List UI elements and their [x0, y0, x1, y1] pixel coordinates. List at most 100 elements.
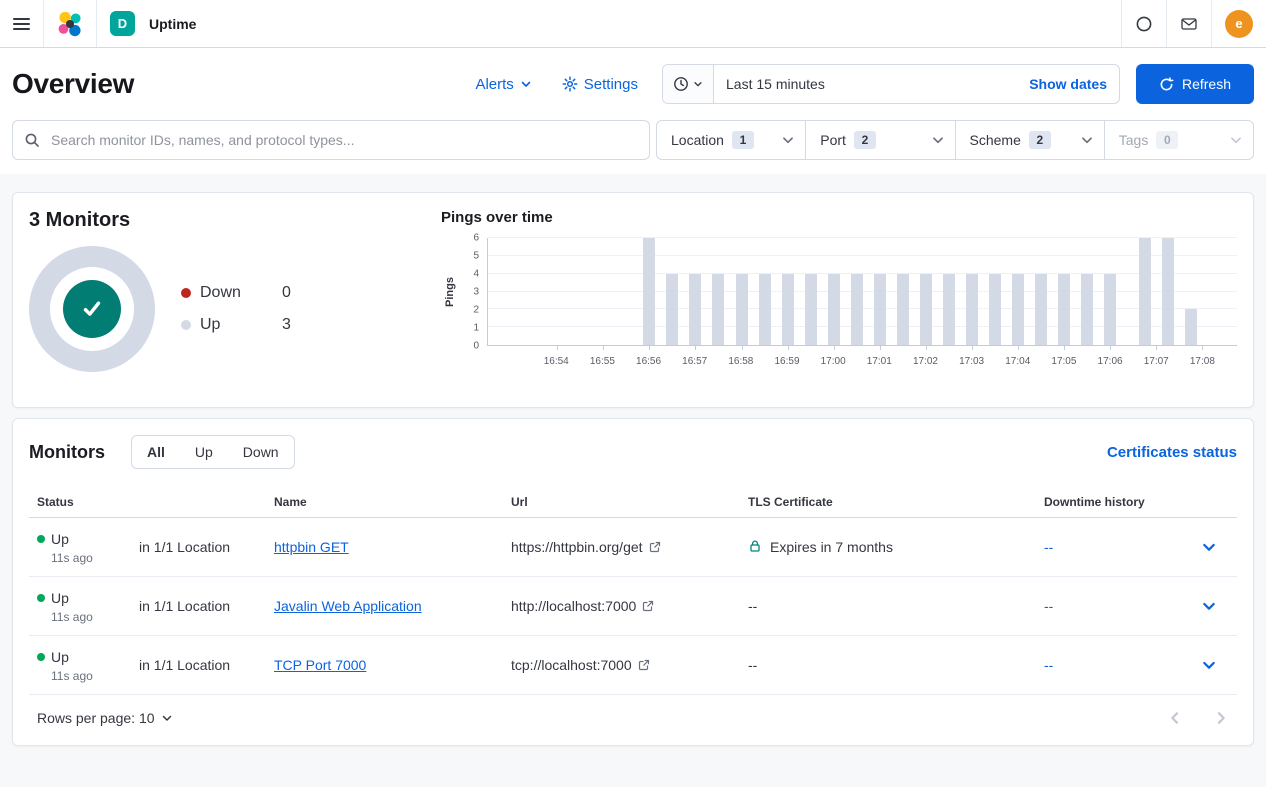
monitor-name-link[interactable]: Javalin Web Application — [274, 598, 422, 614]
tls-cell: -- — [748, 657, 1044, 673]
tab-down[interactable]: Down — [228, 436, 294, 468]
monitor-name-link[interactable]: TCP Port 7000 — [274, 657, 366, 673]
date-picker: Last 15 minutes Show dates — [662, 64, 1120, 104]
settings-label: Settings — [584, 76, 638, 93]
newsfeed-button[interactable] — [1166, 0, 1211, 47]
column-expand — [1189, 494, 1229, 510]
up-status-dot-icon — [37, 653, 45, 661]
newsfeed-icon — [1180, 15, 1198, 33]
url-text: http://localhost:7000 — [511, 598, 636, 614]
ping-bar — [1139, 238, 1151, 345]
chevron-down-icon — [161, 712, 173, 724]
external-link-icon[interactable] — [638, 659, 650, 671]
tags-filter[interactable]: Tags 0 — [1104, 121, 1253, 159]
scheme-filter[interactable]: Scheme 2 — [955, 121, 1104, 159]
tab-up[interactable]: Up — [180, 436, 228, 468]
ping-bar — [874, 274, 886, 345]
show-dates-button[interactable]: Show dates — [1017, 76, 1119, 92]
table-row: Up 11s ago in 1/1 Location httpbin GET h… — [29, 518, 1237, 577]
ping-bar — [897, 274, 909, 345]
monitors-table: Status Name Url TLS Certificate Downtime… — [29, 487, 1237, 695]
user-avatar: e — [1225, 10, 1253, 38]
tags-filter-count: 0 — [1156, 131, 1178, 149]
chevron-down-icon — [1201, 539, 1217, 555]
external-link-icon[interactable] — [642, 600, 654, 612]
location-filter[interactable]: Location 1 — [657, 121, 805, 159]
next-page-button[interactable] — [1213, 710, 1229, 726]
topbar-spacer — [209, 0, 1121, 47]
column-name: Name — [274, 487, 511, 517]
expand-row-button[interactable] — [1189, 598, 1229, 614]
tls-text: -- — [748, 598, 757, 614]
chevron-down-icon — [520, 78, 532, 90]
alerts-label: Alerts — [475, 76, 513, 93]
expand-row-button[interactable] — [1189, 539, 1229, 555]
status-text: Up — [51, 530, 93, 548]
ping-bar — [1081, 274, 1093, 345]
port-filter[interactable]: Port 2 — [805, 121, 954, 159]
time-range-value[interactable]: Last 15 minutes — [714, 76, 1017, 92]
downtime-cell: -- — [1044, 598, 1189, 614]
y-axis-ticks: 0123456 — [459, 238, 487, 346]
ping-bar — [989, 274, 1001, 345]
gear-icon — [562, 76, 578, 92]
previous-page-button[interactable] — [1167, 710, 1183, 726]
rows-per-page-button[interactable]: Rows per page: 10 — [37, 710, 173, 726]
monitor-name-link[interactable]: httpbin GET — [274, 539, 349, 555]
user-menu-button[interactable]: e — [1211, 0, 1266, 47]
ping-bar — [666, 274, 678, 345]
ping-bar — [1058, 274, 1070, 345]
expand-row-button[interactable] — [1189, 657, 1229, 673]
scheme-filter-label: Scheme — [970, 132, 1021, 148]
column-downtime: Downtime history — [1044, 487, 1189, 517]
space-selector[interactable]: D — [110, 11, 135, 36]
filter-group: Location 1 Port 2 Scheme 2 — [656, 120, 1254, 160]
downtime-cell: -- — [1044, 657, 1189, 673]
guided-setup-button[interactable] — [1121, 0, 1166, 47]
search-input[interactable] — [12, 120, 650, 160]
breadcrumb[interactable]: Uptime — [149, 16, 196, 32]
down-count: 0 — [282, 284, 291, 302]
clock-icon — [673, 76, 689, 92]
menu-icon — [13, 18, 30, 30]
tab-all[interactable]: All — [132, 436, 180, 468]
ping-bar — [643, 238, 655, 345]
table-row: Up 11s ago in 1/1 Location TCP Port 7000… — [29, 636, 1237, 695]
legend-row-down: Down 0 — [181, 284, 291, 302]
scheme-filter-count: 2 — [1029, 131, 1051, 149]
quick-select-time-button[interactable] — [663, 65, 714, 103]
port-filter-count: 2 — [854, 131, 876, 149]
chevron-down-icon — [1080, 133, 1094, 147]
ping-bar — [736, 274, 748, 345]
menu-button[interactable] — [0, 0, 44, 47]
ping-bar — [782, 274, 794, 345]
settings-button[interactable]: Settings — [562, 76, 638, 93]
ping-bar — [805, 274, 817, 345]
ping-bar — [1035, 274, 1047, 345]
up-dot-icon — [181, 320, 191, 330]
page-title: Overview — [12, 68, 134, 100]
url-cell: http://localhost:7000 — [511, 598, 748, 614]
search-icon — [24, 132, 40, 151]
external-link-icon[interactable] — [649, 541, 661, 553]
refresh-button[interactable]: Refresh — [1136, 64, 1254, 104]
x-axis-ticks: 16:5416:5516:5616:5716:5816:5917:0017:01… — [487, 346, 1237, 380]
monitor-search — [12, 120, 650, 160]
snapshot-panel: 3 Monitors Down 0 — [12, 192, 1254, 408]
location-cell: in 1/1 Location — [139, 598, 274, 614]
y-axis-label: Pings — [441, 238, 459, 346]
ping-bar — [689, 274, 701, 345]
certificates-status-link[interactable]: Certificates status — [1107, 444, 1237, 461]
elastic-home-button[interactable] — [44, 0, 96, 47]
monitors-panel: Monitors All Up Down Certificates status… — [12, 418, 1254, 746]
pagination — [1167, 710, 1229, 726]
status-filter-tabs: All Up Down — [131, 435, 295, 469]
page-content: 3 Monitors Down 0 — [0, 174, 1266, 787]
tls-cell: Expires in 7 months — [748, 539, 1044, 556]
url-text: tcp://localhost:7000 — [511, 657, 632, 673]
tls-text: -- — [748, 657, 757, 673]
alerts-dropdown-button[interactable]: Alerts — [475, 76, 531, 93]
chevron-down-icon — [693, 79, 703, 89]
down-label: Down — [200, 284, 272, 302]
table-footer: Rows per page: 10 — [29, 695, 1237, 739]
